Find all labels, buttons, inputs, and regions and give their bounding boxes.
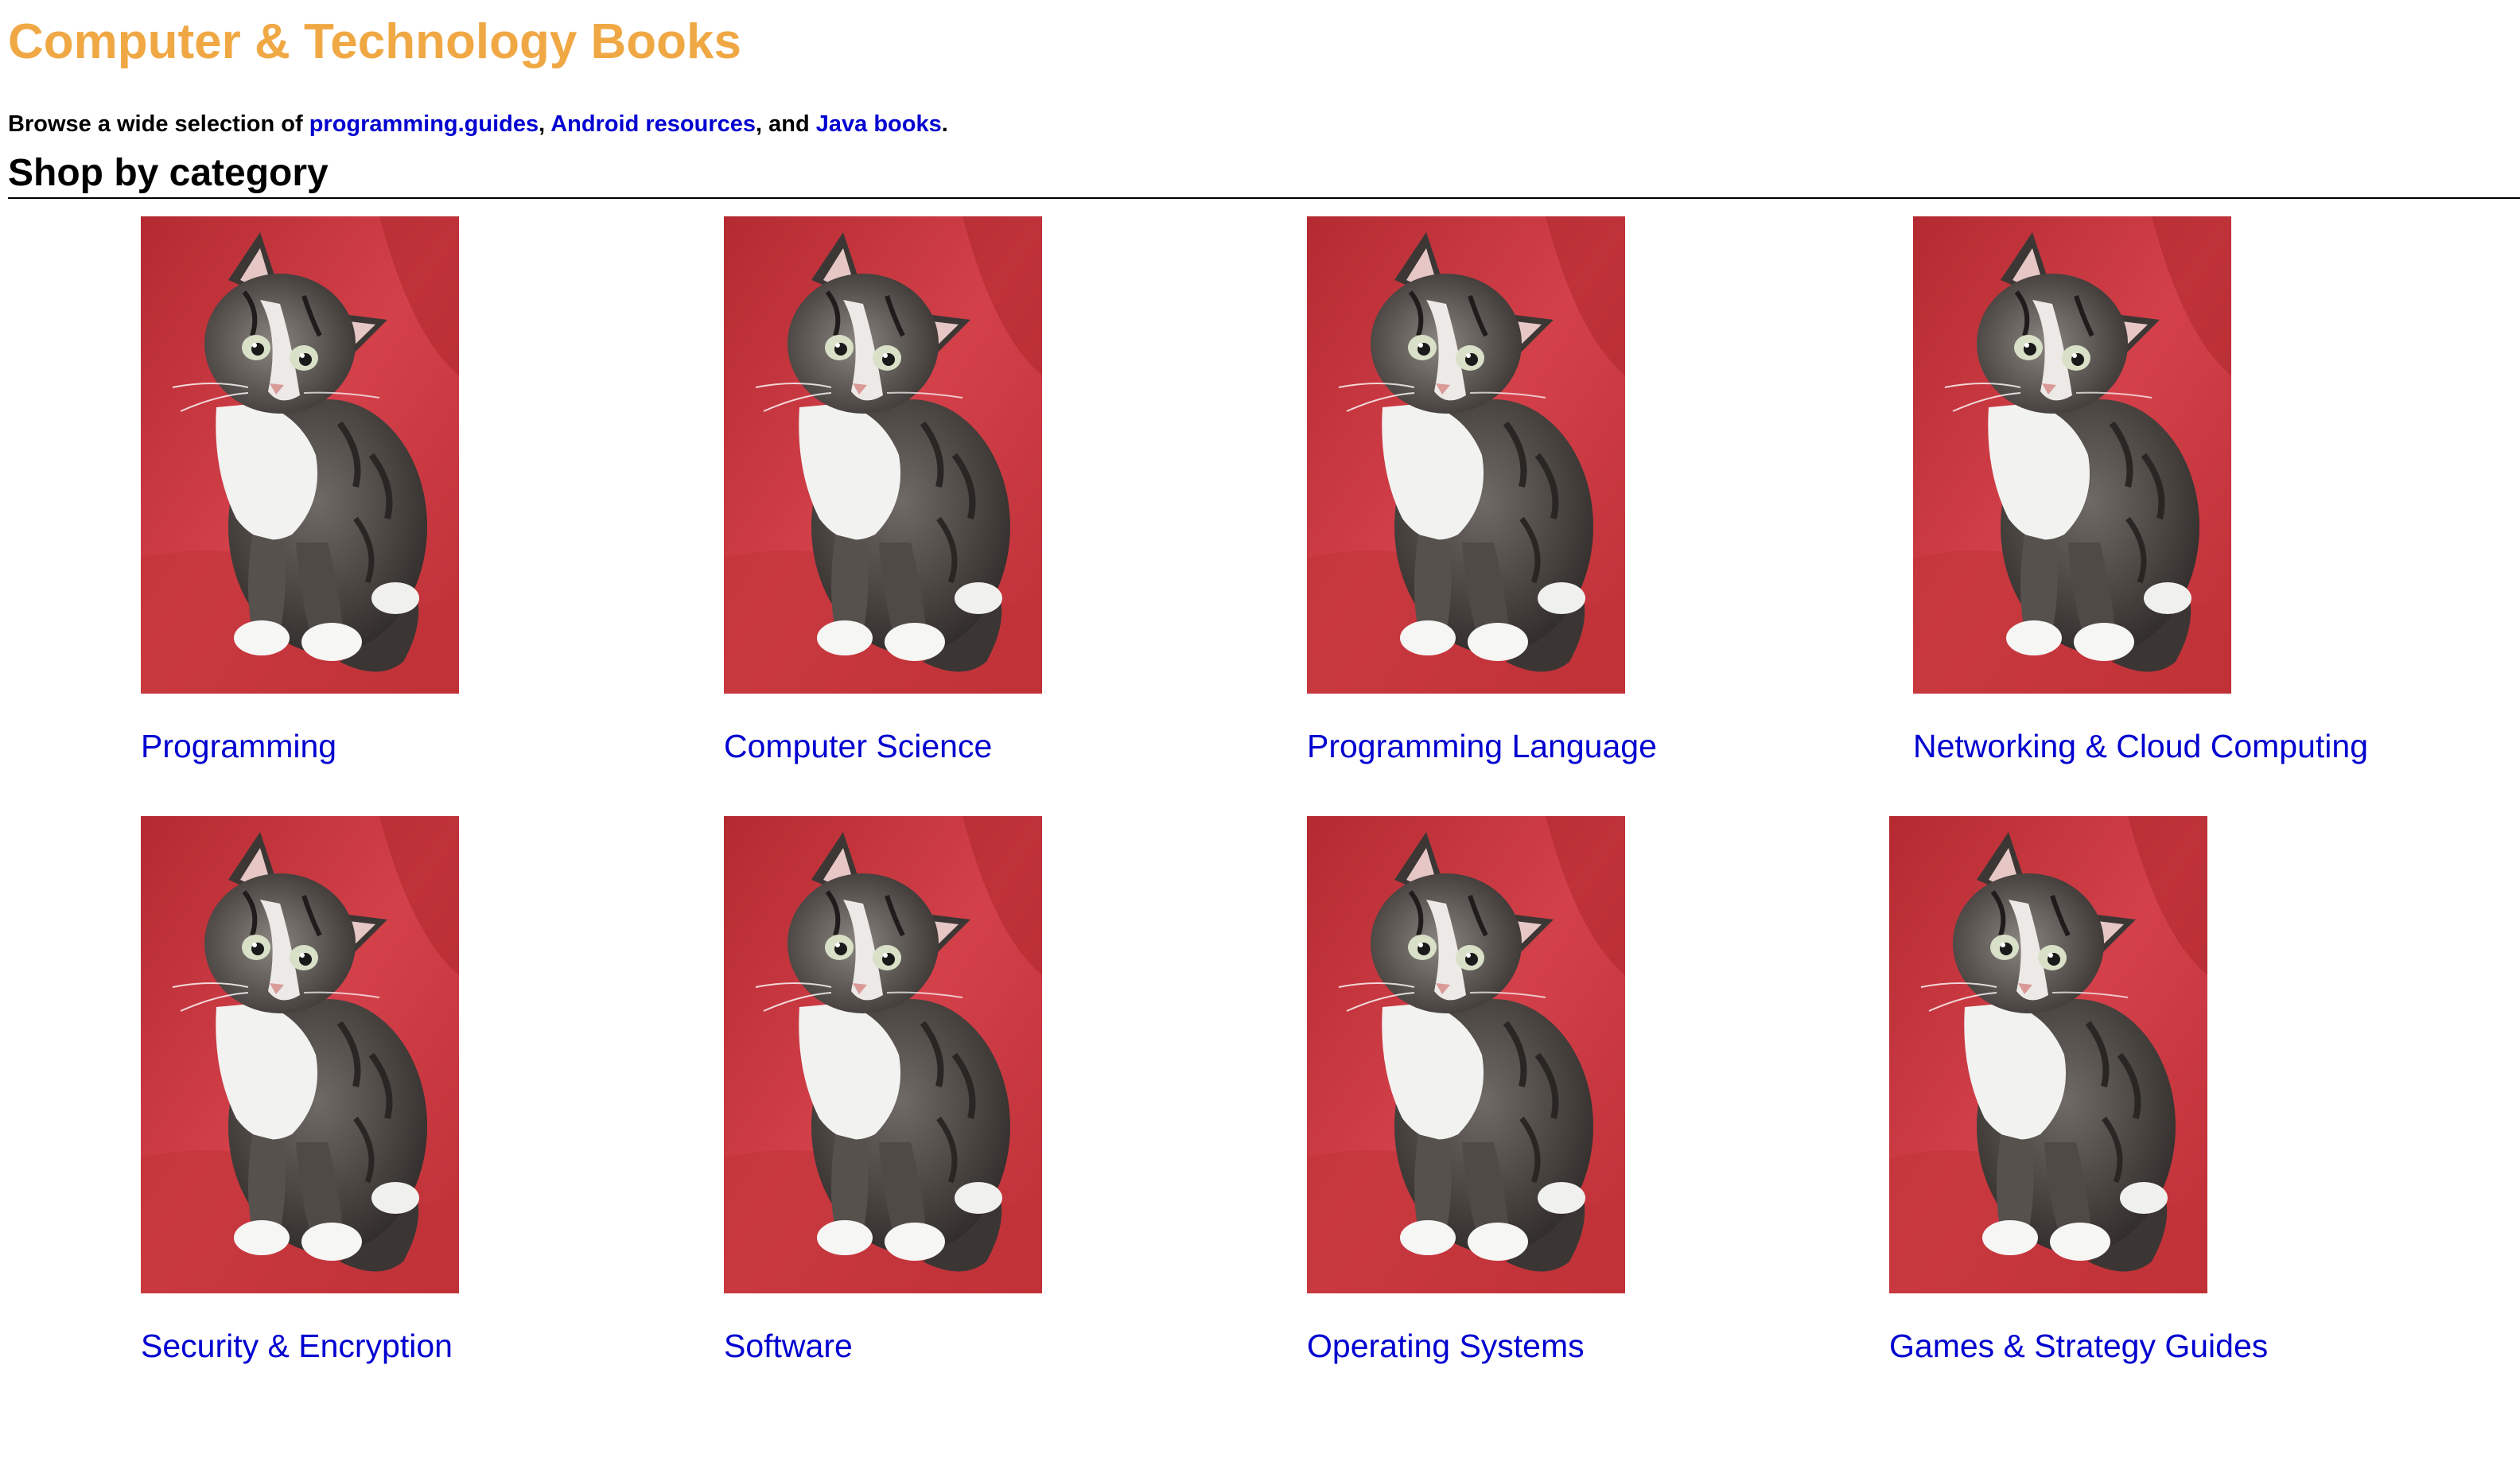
kitten-photo-icon[interactable] <box>1913 216 2231 694</box>
category-label[interactable]: Games & Strategy Guides <box>1889 1327 2268 1365</box>
category-label[interactable]: Operating Systems <box>1307 1327 1585 1365</box>
intro-text: Browse a wide selection of programming.g… <box>8 110 948 138</box>
intro-separator: , <box>539 111 551 137</box>
category-label[interactable]: Computer Science <box>724 727 992 765</box>
intro-separator: , and <box>756 111 816 137</box>
intro-prefix: Browse a wide selection of <box>8 111 309 137</box>
category-label[interactable]: Programming Language <box>1307 727 1657 765</box>
kitten-photo-icon[interactable] <box>141 216 459 694</box>
intro-suffix: . <box>941 111 948 137</box>
kitten-photo-icon[interactable] <box>1307 816 1625 1293</box>
kitten-photo-icon[interactable] <box>724 816 1042 1293</box>
android-resources-link[interactable]: Android resources <box>550 111 756 137</box>
category-tile-operating-systems[interactable]: Operating Systems <box>1307 816 1864 1373</box>
category-tile-software[interactable]: Software <box>724 816 1281 1373</box>
kitten-photo-icon[interactable] <box>141 816 459 1293</box>
category-tile-programming[interactable]: Programming <box>141 216 698 773</box>
kitten-photo-icon[interactable] <box>1889 816 2207 1293</box>
category-label[interactable]: Programming <box>141 727 336 765</box>
category-label[interactable]: Networking & Cloud Computing <box>1913 727 2368 765</box>
category-tile-games-strategy[interactable]: Games & Strategy Guides <box>1889 816 2446 1373</box>
category-label[interactable]: Security & Encryption <box>141 1327 453 1365</box>
category-tile-programming-language[interactable]: Programming Language <box>1307 216 1864 773</box>
section-heading: Shop by category <box>8 151 2520 199</box>
kitten-photo-icon[interactable] <box>1307 216 1625 694</box>
category-label[interactable]: Software <box>724 1327 853 1365</box>
page-title: Computer & Technology Books <box>8 14 742 69</box>
category-tile-computer-science[interactable]: Computer Science <box>724 216 1281 773</box>
category-tile-networking-cloud[interactable]: Networking & Cloud Computing <box>1913 216 2470 773</box>
category-tile-security-encryption[interactable]: Security & Encryption <box>141 816 698 1373</box>
kitten-photo-icon[interactable] <box>724 216 1042 694</box>
programming-guides-link[interactable]: programming.guides <box>309 111 539 137</box>
java-books-link[interactable]: Java books <box>816 111 942 137</box>
